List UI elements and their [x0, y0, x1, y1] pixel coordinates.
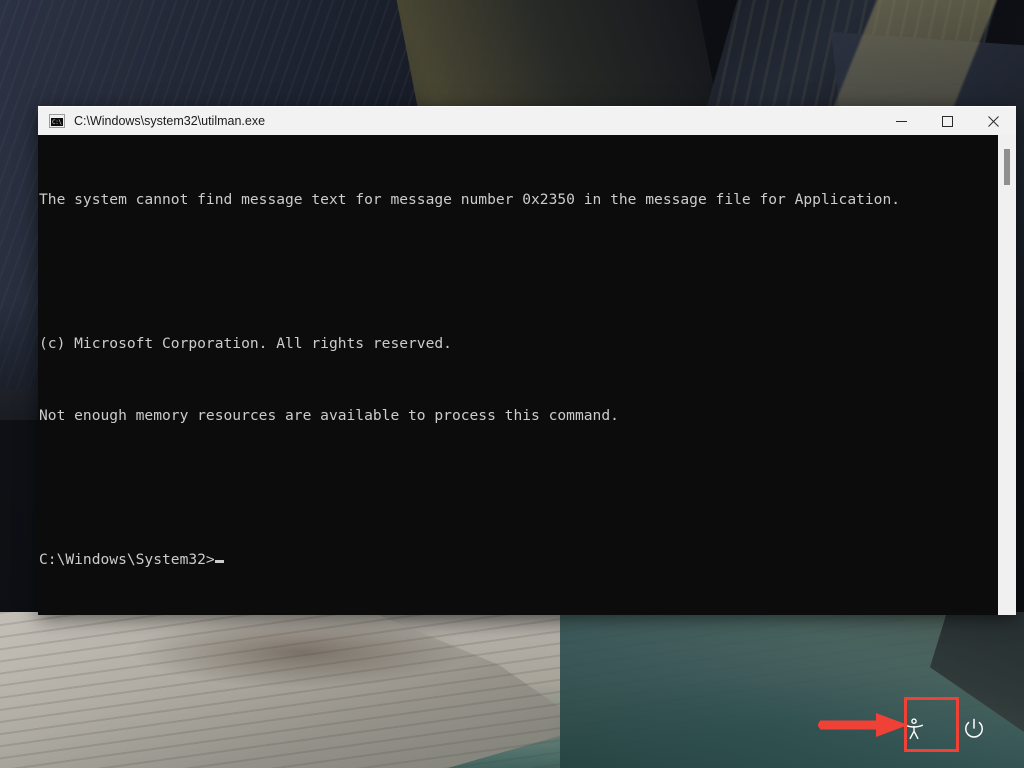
- power-button[interactable]: [952, 707, 996, 751]
- console-output-area[interactable]: The system cannot find message text for …: [38, 135, 1016, 615]
- lock-screen-corner-buttons: [892, 707, 996, 751]
- minimize-button[interactable]: [878, 107, 924, 135]
- vertical-scrollbar[interactable]: [998, 135, 1016, 615]
- command-prompt-window[interactable]: C:\Windows\system32\utilman.exe: [38, 106, 1016, 615]
- screen: C:\Windows\system32\utilman.exe: [0, 0, 1024, 768]
- cmd-icon: [49, 114, 65, 128]
- scrollbar-thumb[interactable]: [1004, 149, 1010, 185]
- console-prompt-line: C:\Windows\System32>: [39, 548, 1016, 572]
- console-prompt: C:\Windows\System32>: [39, 551, 215, 568]
- ease-of-access-button[interactable]: [892, 707, 936, 751]
- maximize-button[interactable]: [924, 107, 970, 135]
- close-button[interactable]: [970, 107, 1016, 135]
- window-titlebar[interactable]: C:\Windows\system32\utilman.exe: [38, 106, 1016, 135]
- console-line: (c) Microsoft Corporation. All rights re…: [39, 335, 452, 352]
- window-controls: [878, 107, 1016, 135]
- console-line: The system cannot find message text for …: [39, 191, 901, 208]
- console-text: The system cannot find message text for …: [38, 135, 1016, 615]
- window-title: C:\Windows\system32\utilman.exe: [74, 114, 266, 128]
- console-line: Not enough memory resources are availabl…: [39, 407, 619, 424]
- console-cursor: [214, 560, 224, 563]
